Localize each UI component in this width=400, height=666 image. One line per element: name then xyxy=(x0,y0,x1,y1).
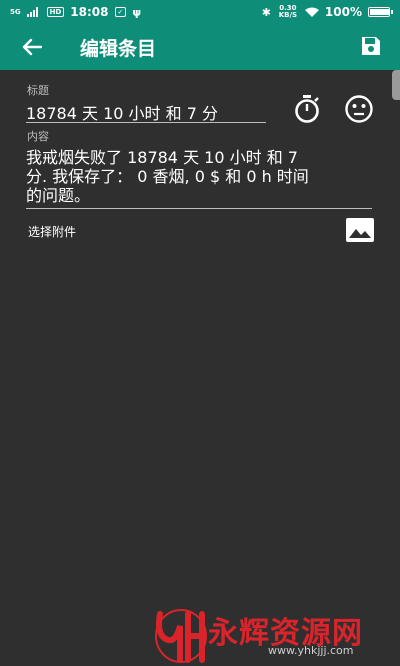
signal-label: 5G xyxy=(10,7,21,16)
content-line: 的问题。 xyxy=(26,186,91,205)
content-label: 内容 xyxy=(27,130,49,143)
image-icon xyxy=(346,218,374,242)
status-bar: 5G HD 18:08 ✓ ψ ✱ 0.30 KB/S 100% xyxy=(0,0,400,24)
content-line: 我戒烟失败了 18784 天 10 小时 和 7 xyxy=(26,148,298,167)
status-time: 18:08 xyxy=(70,5,109,19)
status-left: 5G HD 18:08 ✓ ψ xyxy=(10,5,141,19)
page-title: 编辑条目 xyxy=(80,37,157,60)
timer-button[interactable] xyxy=(292,94,322,124)
attach-button[interactable]: 选择附件 xyxy=(28,223,76,240)
stopwatch-icon xyxy=(295,95,319,123)
wifi-icon xyxy=(304,7,319,17)
back-button[interactable] xyxy=(18,33,46,61)
battery-percent: 100% xyxy=(324,5,362,19)
neutral-face-icon xyxy=(345,95,373,123)
notification-icon: ✓ xyxy=(114,7,127,17)
title-input[interactable]: 18784 天 10 小时 和 7 分 xyxy=(26,100,266,123)
save-icon xyxy=(362,37,380,55)
battery-fill xyxy=(370,9,390,15)
bluetooth-icon: ✱ xyxy=(261,5,271,19)
watermark: 永辉资源网 www.yhkjjj.com xyxy=(150,606,390,664)
image-button[interactable] xyxy=(346,218,374,242)
status-right: ✱ 0.30 KB/S 100% xyxy=(261,4,393,19)
content-line: 分. 我保存了： 0 香烟, 0 $ 和 0 h 时间 xyxy=(26,167,309,186)
app-bar: 编辑条目 xyxy=(0,24,400,70)
hd-badge: HD xyxy=(46,7,65,17)
scroll-handle[interactable] xyxy=(392,70,400,100)
watermark-logo xyxy=(155,609,207,663)
arrow-left-icon xyxy=(22,38,42,56)
signal-icon xyxy=(26,7,38,17)
battery-icon xyxy=(368,7,393,17)
content-input[interactable]: 我戒烟失败了 18784 天 10 小时 和 7 分. 我保存了： 0 香烟, … xyxy=(26,148,372,209)
mood-button[interactable] xyxy=(344,94,374,124)
watermark-url: www.yhkjjj.com xyxy=(268,644,354,657)
usb-icon: ψ xyxy=(132,5,142,19)
network-speed: 0.30 KB/S xyxy=(278,4,298,19)
title-label: 标题 xyxy=(27,84,49,97)
save-button[interactable] xyxy=(360,35,384,59)
